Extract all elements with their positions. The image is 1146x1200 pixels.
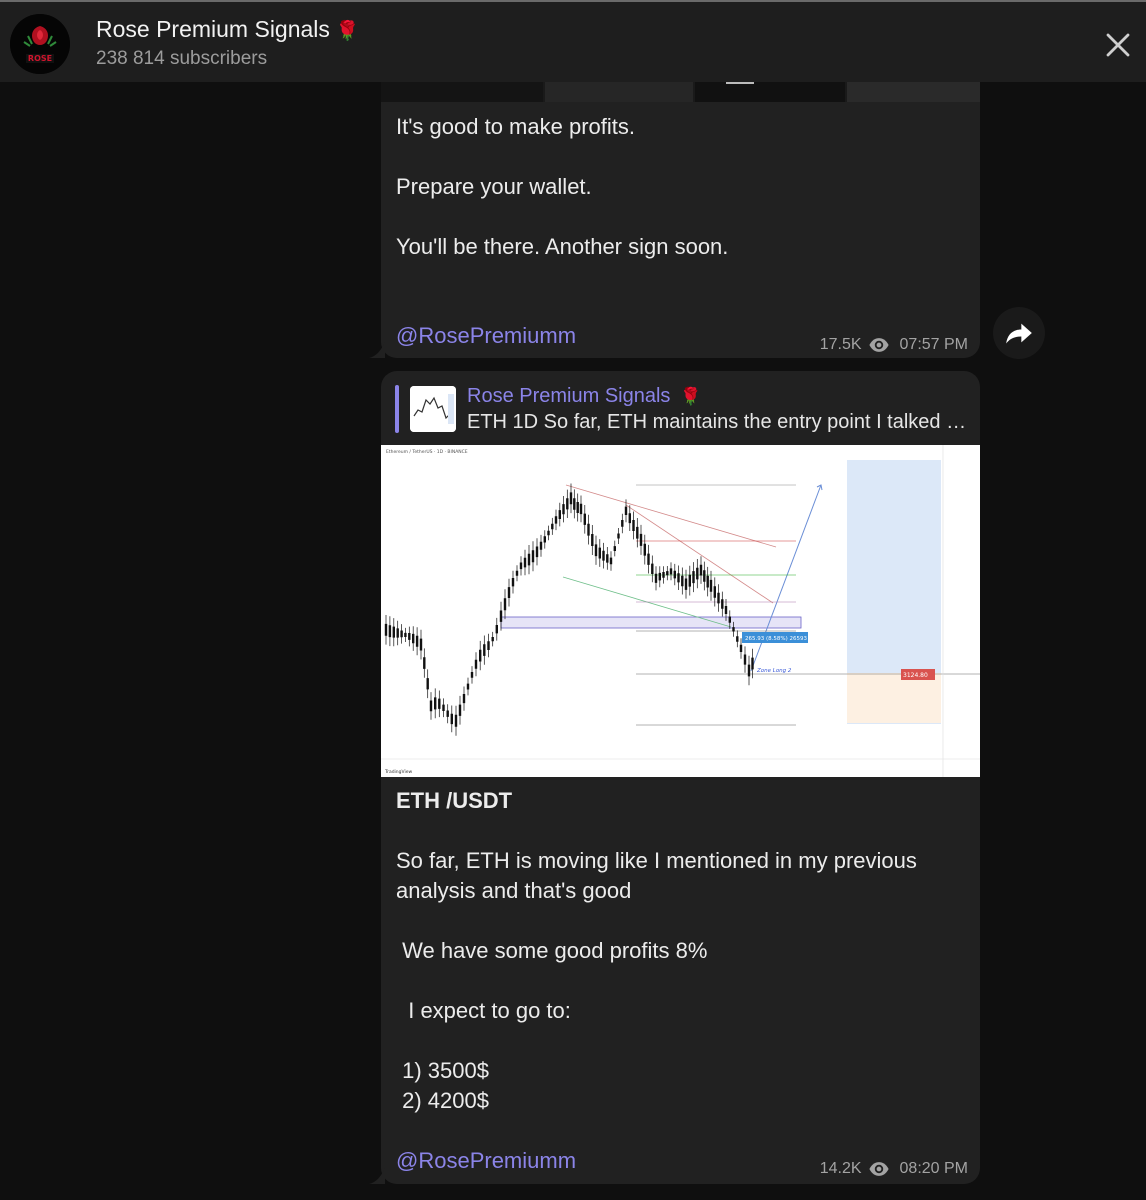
media-segment — [726, 82, 754, 84]
channel-name: Rose Premium Signals — [96, 16, 330, 42]
channel-avatar[interactable]: ROSE — [10, 14, 70, 74]
message-text-line: You'll be there. Another sign soon. — [396, 234, 729, 259]
message-meta: 14.2K 08:20 PM — [820, 1158, 968, 1180]
avatar-logo-text: ROSE — [28, 54, 52, 63]
forward-arrow-icon — [1006, 323, 1032, 344]
close-button[interactable] — [1103, 30, 1133, 60]
message-title: ETH /USDT — [396, 788, 513, 813]
channel-header: ROSE Rose Premium Signals 🌹 238 814 subsc… — [0, 2, 1146, 82]
rose-emoji-icon: 🌹 — [679, 387, 702, 406]
message-time: 08:20 PM — [899, 1160, 968, 1177]
reply-preview[interactable]: Rose Premium Signals 🌹 ETH 1D So far, ET… — [395, 385, 967, 433]
support-zone — [500, 616, 802, 629]
media-segment — [545, 82, 693, 102]
message-text-line: I expect to go to: — [396, 998, 571, 1023]
zone-label: Zone Long 2 — [756, 668, 792, 674]
measure-label: 265.93 (8.58%) 26593 — [745, 636, 808, 642]
trading-chart: Ethereum / TetherUS · 1D · BINANCE 265.9… — [381, 445, 980, 777]
channel-signature-link[interactable]: @RosePremiumm — [396, 1146, 576, 1176]
message-text-line: 1) 3500$ — [396, 1058, 489, 1083]
rose-emoji-icon: 🌹 — [335, 21, 360, 42]
chart-header-text: Ethereum / TetherUS · 1D · BINANCE — [386, 449, 468, 455]
channel-title[interactable]: Rose Premium Signals 🌹 — [96, 16, 360, 43]
media-segment — [695, 82, 845, 102]
view-count: 17.5K — [819, 336, 862, 353]
message-text-line: We have some good profits 8% — [396, 938, 708, 963]
bubble-tail — [369, 342, 385, 358]
reply-text: ETH 1D So far, ETH maintains the entry p… — [467, 411, 967, 433]
reply-accent-bar — [395, 385, 399, 433]
message-bubble[interactable]: Rose Premium Signals 🌹 ETH 1D So far, ET… — [381, 371, 980, 1184]
message-text-line: It's good to make profits. — [396, 114, 635, 139]
eye-icon — [868, 1162, 889, 1176]
media-segment — [381, 82, 543, 102]
rose-logo-icon: ROSE — [10, 14, 70, 74]
chart-thumbnail-icon — [410, 386, 456, 432]
bubble-tail — [369, 1168, 385, 1184]
message-time: 07:57 PM — [899, 336, 968, 353]
forward-button[interactable] — [993, 307, 1045, 359]
chart-image[interactable]: Ethereum / TetherUS · 1D · BINANCE 265.9… — [381, 445, 980, 777]
reply-author: Rose Premium Signals 🌹 — [467, 385, 701, 408]
message-bubble[interactable]: It's good to make profits. Prepare your … — [381, 82, 980, 358]
message-text-line: So far, ETH is moving like I mentioned i… — [396, 848, 917, 873]
close-icon — [1106, 33, 1130, 57]
media-preview-strip[interactable] — [381, 82, 980, 102]
stop-zone — [847, 673, 941, 723]
watermark: TradingView — [384, 769, 413, 775]
reply-thumbnail — [410, 386, 456, 432]
view-count: 14.2K — [819, 1160, 862, 1177]
channel-signature-link[interactable]: @RosePremiumm — [396, 321, 576, 351]
eye-icon — [868, 338, 889, 352]
message-text-line: analysis and that's good — [396, 878, 632, 903]
reply-author-name: Rose Premium Signals — [467, 385, 671, 407]
message-text-line: Prepare your wallet. — [396, 174, 592, 199]
price-tag: 3124.80 — [903, 672, 928, 679]
message-text-line: 2) 4200$ — [396, 1088, 489, 1113]
subscriber-count: 238 814 subscribers — [96, 48, 268, 69]
media-segment — [847, 82, 980, 102]
message-meta: 17.5K 07:57 PM — [820, 334, 968, 356]
